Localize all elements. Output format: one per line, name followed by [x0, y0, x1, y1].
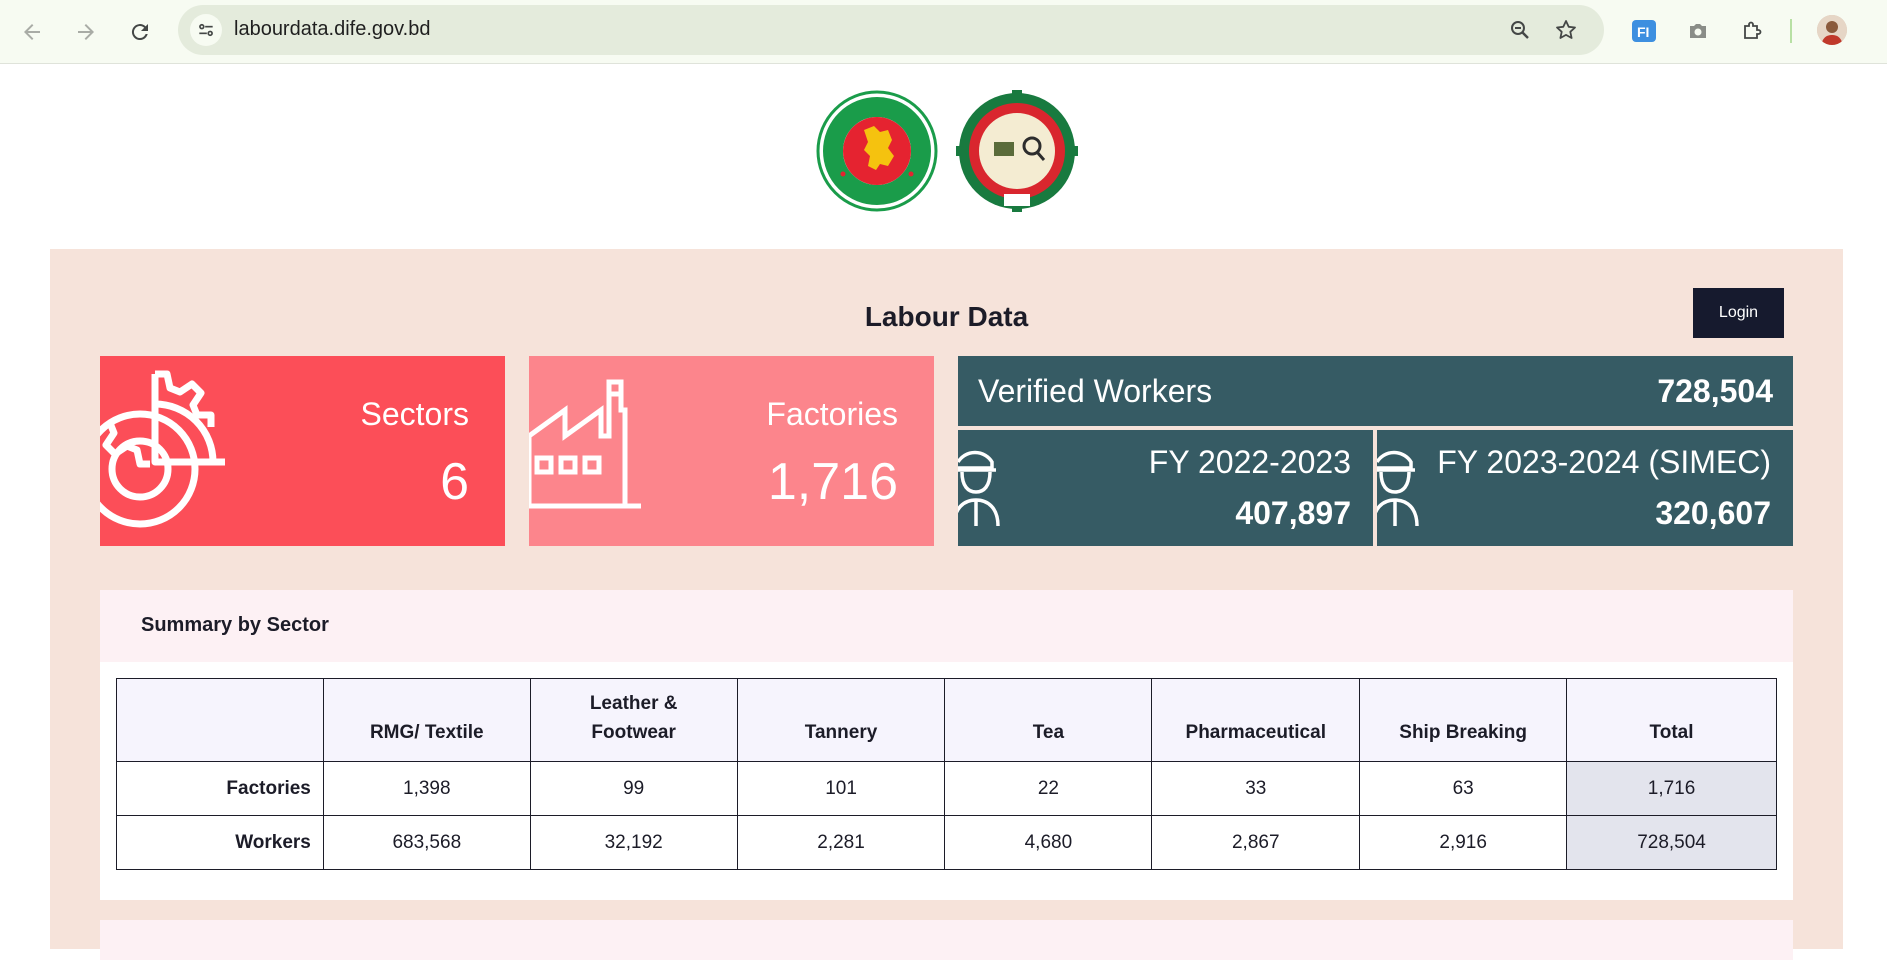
back-icon	[24, 24, 40, 40]
reload-button[interactable]	[120, 12, 160, 52]
table-cell: 2,867	[1151, 815, 1361, 870]
verified-workers-label: Verified Workers	[978, 373, 1213, 409]
back-button[interactable]	[12, 12, 52, 52]
total-cell: 1,716	[1566, 761, 1777, 816]
table-cell: 33	[1151, 761, 1361, 816]
gear-ruler-icon	[100, 370, 225, 528]
column-header: Leather & Footwear	[529, 678, 738, 762]
dife-seal	[956, 90, 1078, 212]
worker-helmet-icon	[1377, 450, 1419, 526]
verified-workers-block: Verified Workers 728,504 FY 2022-2023 40…	[958, 356, 1793, 546]
factories-card[interactable]: Factories 1,716	[529, 356, 934, 546]
table-cell: 683,568	[322, 815, 531, 870]
row-label: Workers	[116, 815, 324, 870]
login-button[interactable]: Login	[1693, 288, 1784, 338]
address-bar[interactable]: labourdata.dife.gov.bd	[178, 5, 1604, 55]
total-cell: 728,504	[1566, 815, 1777, 870]
column-header: Tea	[944, 678, 1153, 762]
forward-button[interactable]	[66, 12, 106, 52]
table-cell: 1,398	[322, 761, 531, 816]
table-header-row: RMG/ Textile Leather & Footwear Tannery …	[116, 678, 1777, 762]
translate-extension-icon[interactable]: FI	[1629, 16, 1659, 46]
sectors-card[interactable]: Sectors 6	[100, 356, 505, 546]
worker-helmet-icon	[958, 450, 1000, 526]
column-header	[116, 678, 324, 762]
sectors-label: Sectors	[360, 396, 469, 432]
fy2-value: 320,607	[1655, 495, 1771, 531]
page-title: Labour Data	[864, 301, 1029, 332]
forward-icon	[78, 24, 94, 40]
table-row: Workers 683,568 32,192 2,281 4,680 2,867…	[116, 815, 1777, 870]
profile-avatar[interactable]	[1817, 15, 1847, 45]
summary-by-sector-card: Summary by Sector RMG/ Textile Leather &…	[100, 590, 1793, 900]
fy-2023-2024-card[interactable]: FY 2023-2024 (SIMEC) 320,607	[1377, 430, 1793, 546]
table-row: Factories 1,398 99 101 22 33 63 1,716	[116, 761, 1777, 816]
verified-workers-card[interactable]: Verified Workers 728,504	[958, 356, 1793, 426]
fy-2022-2023-card[interactable]: FY 2022-2023 407,897	[958, 430, 1373, 546]
fy2-label: FY 2023-2024 (SIMEC)	[1437, 444, 1771, 480]
table-cell: 63	[1359, 761, 1568, 816]
summary-header: Summary by Sector	[100, 590, 1793, 662]
bookmark-star-icon[interactable]	[1554, 18, 1578, 42]
site-info-icon	[199, 23, 213, 37]
reload-icon	[131, 24, 148, 41]
browser-toolbar: labourdata.dife.gov.bd FI	[0, 0, 1887, 64]
sectors-value: 6	[440, 453, 469, 511]
column-header: Ship Breaking	[1359, 678, 1568, 762]
table-cell: 101	[736, 761, 946, 816]
column-header: RMG/ Textile	[322, 678, 531, 762]
column-header: Total	[1566, 678, 1777, 762]
fy1-label: FY 2022-2023	[1148, 444, 1351, 480]
verified-workers-value: 728,504	[1657, 373, 1773, 409]
svg-text:FI: FI	[1637, 24, 1649, 40]
logo-row	[816, 90, 1078, 212]
toolbar-divider	[1790, 19, 1792, 43]
next-section-card	[100, 920, 1793, 960]
table-cell: 32,192	[529, 815, 738, 870]
factories-value: 1,716	[767, 453, 898, 511]
labour-data-panel: Labour Data Login Sectors 6 Factories 1,…	[50, 249, 1843, 960]
fy1-value: 407,897	[1235, 495, 1351, 531]
table-cell: 99	[529, 761, 738, 816]
factories-label: Factories	[766, 396, 898, 432]
zoom-icon[interactable]	[1508, 18, 1532, 42]
table-cell: 2,916	[1359, 815, 1568, 870]
row-label: Factories	[116, 761, 324, 816]
factory-icon	[529, 379, 641, 509]
url-text[interactable]: labourdata.dife.gov.bd	[234, 18, 430, 41]
table-cell: 2,281	[736, 815, 946, 870]
camera-extension-icon[interactable]	[1683, 16, 1713, 46]
site-info-button[interactable]	[190, 14, 222, 46]
summary-title: Summary by Sector	[141, 614, 329, 636]
bangladesh-government-seal	[816, 90, 938, 212]
extensions-puzzle-icon[interactable]	[1737, 16, 1767, 46]
summary-table: RMG/ Textile Leather & Footwear Tannery …	[116, 678, 1777, 870]
column-header: Pharmaceutical	[1151, 678, 1361, 762]
table-cell: 4,680	[944, 815, 1153, 870]
table-cell: 22	[944, 761, 1153, 816]
column-header: Tannery	[736, 678, 946, 762]
